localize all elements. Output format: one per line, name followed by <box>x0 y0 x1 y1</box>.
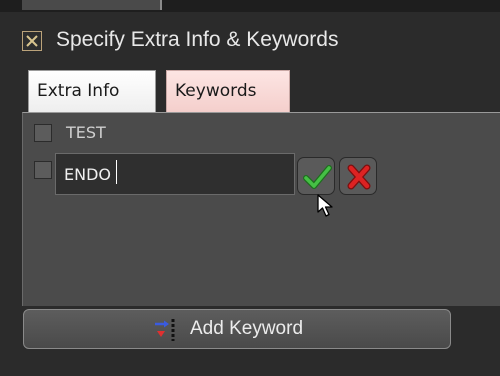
keyword-edit-input[interactable] <box>55 153 295 195</box>
tab-extra-info[interactable]: Extra Info <box>28 70 156 112</box>
x-icon <box>347 164 371 190</box>
cancel-keyword-button[interactable] <box>339 157 377 195</box>
keyword-label-test: TEST <box>66 123 106 142</box>
window-tab-stub <box>22 0 162 10</box>
dialog-title: Specify Extra Info & Keywords <box>56 28 339 51</box>
add-keyword-icon <box>155 319 175 341</box>
mouse-cursor-icon <box>317 194 333 217</box>
keyword-checkbox-endo[interactable] <box>34 161 52 179</box>
close-icon[interactable] <box>22 31 42 51</box>
add-keyword-button[interactable]: Add Keyword <box>23 309 451 349</box>
keyword-checkbox-test[interactable] <box>34 124 52 142</box>
add-keyword-label: Add Keyword <box>190 318 304 339</box>
tab-keywords[interactable]: Keywords <box>166 70 290 112</box>
confirm-keyword-button[interactable] <box>297 157 335 195</box>
window-top-strip <box>0 0 500 12</box>
checkmark-icon <box>303 165 332 189</box>
text-caret <box>116 160 117 184</box>
